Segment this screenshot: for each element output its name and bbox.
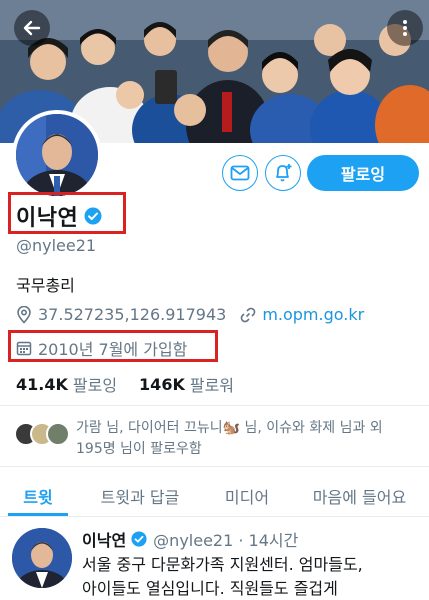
tab-tweets[interactable]: 트윗 — [0, 476, 76, 516]
section-divider — [0, 405, 429, 406]
section-divider — [0, 466, 429, 467]
tweet-handle-time: @nylee21 · 14시간 — [153, 531, 299, 550]
follow-stats: 41.4K 팔로잉 146K 팔로워 — [16, 372, 256, 396]
message-button[interactable] — [222, 155, 258, 191]
tweet-avatar-photo — [12, 528, 72, 588]
tab-likes[interactable]: 마음에 들어요 — [290, 476, 429, 516]
user-bio: 국무총리 — [16, 276, 75, 295]
joined-highlight-box — [8, 330, 218, 362]
verified-badge-icon — [131, 531, 147, 547]
profile-avatar[interactable] — [12, 110, 102, 200]
profile-tabs: 트윗 트윗과 답글 미디어 마음에 들어요 — [0, 476, 429, 516]
followers-count[interactable]: 146K — [139, 375, 185, 394]
website-link[interactable]: m.opm.go.kr — [262, 305, 364, 324]
known-followers-line: 가람 님, 다이어터 끄뉴니🐿️ 님, 이슈와 화제 님과 외 — [76, 420, 383, 436]
known-followers-avatars — [14, 422, 74, 446]
user-handle: @nylee21 — [16, 236, 97, 255]
tweet-text-line: 아이들도 열심입니다. 직원들도 즐겁게 — [82, 579, 338, 598]
follower-avatar — [46, 422, 70, 446]
following-count[interactable]: 41.4K — [16, 375, 68, 394]
tabs-divider — [0, 516, 429, 517]
link-icon — [240, 307, 256, 322]
tweet-header: 이낙연 @nylee21 · 14시간 — [82, 527, 298, 551]
known-followers[interactable]: 가람 님, 다이어터 끄뉴니🐿️ 님, 이슈와 화제 님과 외 195명 님이 … — [14, 418, 419, 460]
name-highlight-box — [8, 192, 126, 234]
back-arrow-icon — [23, 20, 41, 36]
tweet-avatar[interactable] — [12, 528, 72, 588]
following-label[interactable]: 팔로잉 — [73, 372, 117, 396]
tab-tweets-replies[interactable]: 트윗과 답글 — [76, 476, 204, 516]
location-website-row: 37.527235,126.917943 m.opm.go.kr — [16, 305, 364, 324]
back-button[interactable] — [14, 10, 50, 46]
location-text: 37.527235,126.917943 — [38, 305, 227, 324]
tab-media[interactable]: 미디어 — [204, 476, 290, 516]
followers-label[interactable]: 팔로워 — [190, 372, 234, 396]
known-followers-text: 가람 님, 다이어터 끄뉴니🐿️ 님, 이슈와 화제 님과 외 195명 님이 … — [76, 418, 383, 460]
avatar-photo — [16, 114, 98, 196]
tweet-author-name[interactable]: 이낙연 — [82, 527, 126, 551]
tweet-text-line: 서울 중구 다문화가족 지원센터. 엄마들도, — [82, 555, 363, 574]
bell-plus-icon — [276, 164, 292, 182]
notifications-button[interactable] — [265, 155, 301, 191]
following-button[interactable]: 팔로잉 — [307, 155, 419, 191]
location-pin-icon — [17, 305, 31, 324]
mail-icon — [230, 165, 250, 181]
known-followers-line: 195명 님이 팔로우함 — [76, 441, 202, 457]
more-options-button[interactable] — [387, 10, 423, 46]
tweet-text[interactable]: 서울 중구 다문화가족 지원센터. 엄마들도, 아이들도 열심입니다. 직원들도… — [82, 553, 417, 600]
more-vertical-icon — [403, 20, 407, 36]
